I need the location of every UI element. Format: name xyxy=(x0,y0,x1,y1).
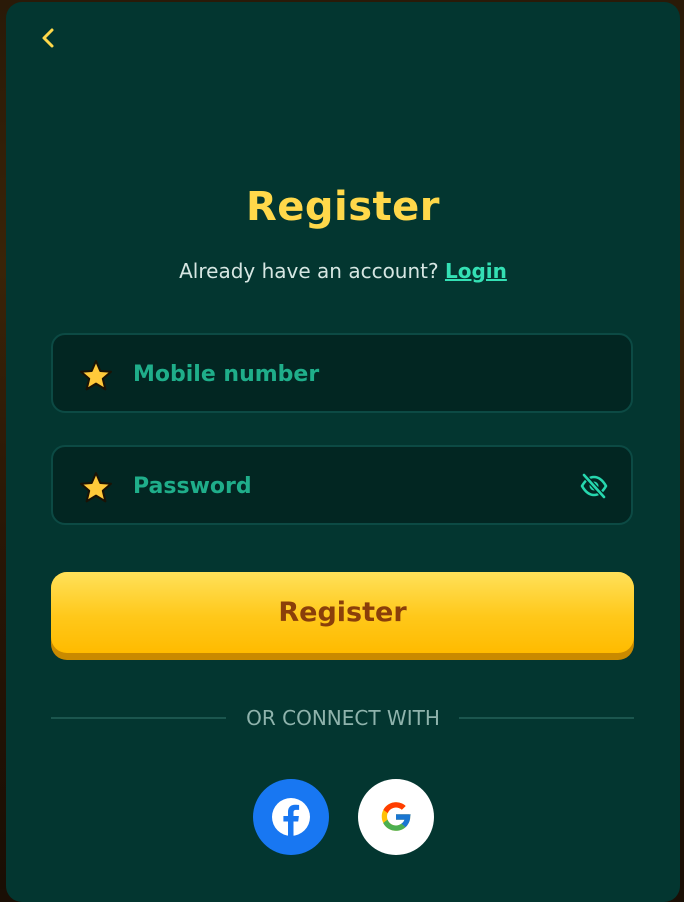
mobile-field xyxy=(51,333,633,413)
register-button-label: Register xyxy=(51,572,634,653)
facebook-icon xyxy=(272,798,310,836)
google-login-button[interactable] xyxy=(358,779,434,855)
back-button[interactable] xyxy=(34,24,62,52)
page-title: Register xyxy=(245,184,441,230)
divider-right xyxy=(459,717,634,719)
eye-off-icon[interactable] xyxy=(579,471,609,501)
login-prompt: Already have an account? Login xyxy=(6,259,680,283)
mobile-input[interactable] xyxy=(133,353,563,395)
google-icon xyxy=(381,802,411,831)
login-link[interactable]: Login xyxy=(445,259,507,283)
login-prompt-text: Already have an account? xyxy=(179,259,439,283)
chevron-left-icon xyxy=(42,28,54,48)
password-input[interactable] xyxy=(133,465,563,507)
register-button[interactable]: Register xyxy=(51,572,634,660)
star-icon xyxy=(80,472,112,503)
password-field xyxy=(51,445,633,525)
register-modal: Register Already have an account? Login … xyxy=(6,2,680,902)
star-icon xyxy=(80,360,112,391)
facebook-login-button[interactable] xyxy=(253,779,329,855)
